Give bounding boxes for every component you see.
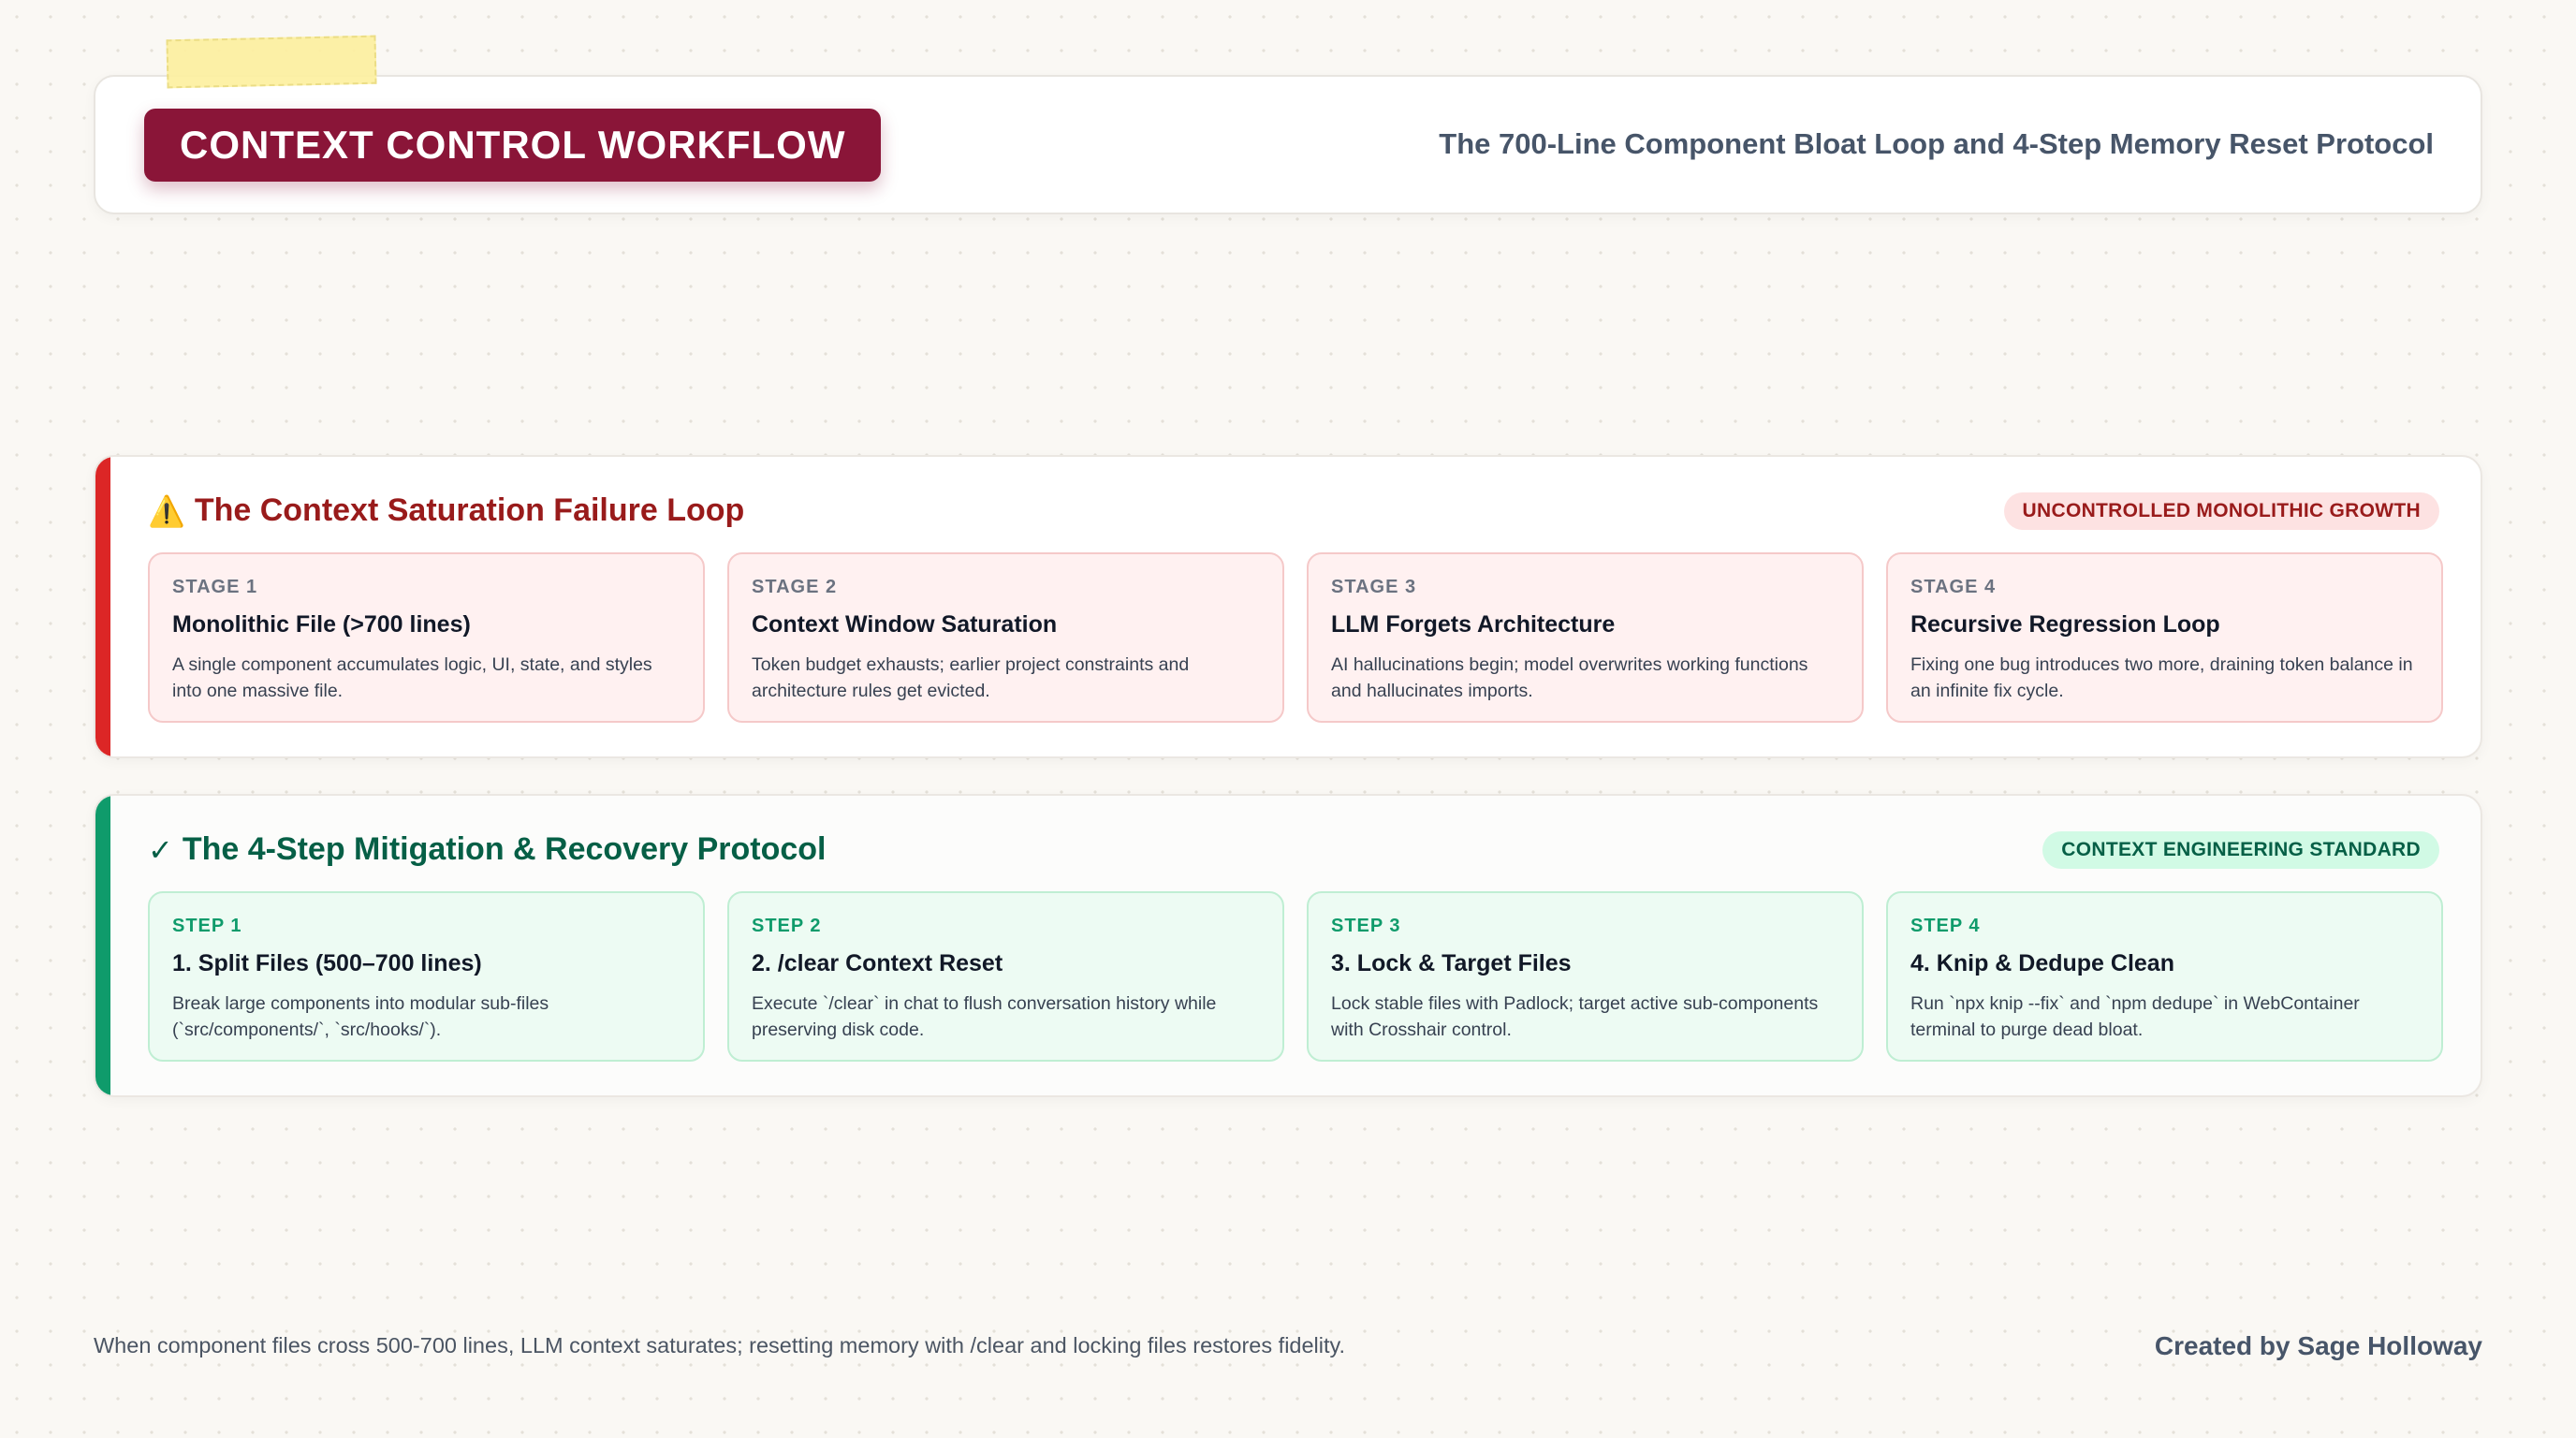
header-card: CONTEXT CONTROL WORKFLOW The 700-Line Co… [94,75,2482,214]
stage-title: Recursive Regression Loop [1910,611,2220,638]
mitigation-protocol-section: ✓ The 4-Step Mitigation & Recovery Proto… [94,794,2482,1097]
stage-title: Monolithic File (>700 lines) [172,611,471,638]
mitigation-step-list: STEP 1 1. Split Files (500–700 lines) Br… [148,891,2443,1062]
stage-label: STAGE 2 [752,577,838,597]
step-label: STEP 4 [1910,916,1981,936]
footer-credit: Created by Sage Holloway [2154,1331,2482,1360]
step-label: STEP 1 [172,916,242,936]
stage-title: LLM Forgets Architecture [1331,611,1616,638]
mitigation-title-text: The 4-Step Mitigation & Recovery Protoco… [182,831,827,867]
stage-label: STAGE 1 [172,577,258,597]
failure-section-title: ⚠️ The Context Saturation Failure Loop [148,492,744,529]
mitigation-accent-bar [95,796,110,1095]
title-badge: CONTEXT CONTROL WORKFLOW [144,109,882,182]
failure-tag-badge: UNCONTROLLED MONOLITHIC GROWTH [2003,492,2439,530]
step-card-2: STEP 2 2. /clear Context Reset Execute `… [727,891,1284,1062]
page-title: CONTEXT CONTROL WORKFLOW [180,123,846,167]
failure-stage-list: STAGE 1 Monolithic File (>700 lines) A s… [148,552,2443,723]
stage-label: STAGE 3 [1331,577,1417,597]
stage-description: Fixing one bug introduces two more, drai… [1910,654,2413,701]
page-subtitle: The 700-Line Component Bloat Loop and 4-… [1439,127,2434,160]
step-title: 1. Split Files (500–700 lines) [172,950,482,976]
stage-card-3: STAGE 3 LLM Forgets Architecture AI hall… [1307,552,1864,723]
warning-icon: ⚠️ [148,493,185,528]
failure-title-text: The Context Saturation Failure Loop [194,492,745,528]
failure-loop-section: ⚠️ The Context Saturation Failure Loop U… [94,455,2482,758]
step-title: 3. Lock & Target Files [1331,950,1572,976]
stage-description: Token budget exhausts; earlier project c… [752,654,1190,701]
stage-description: AI hallucinations begin; model overwrite… [1331,654,1808,701]
step-card-3: STEP 3 3. Lock & Target Files Lock stabl… [1307,891,1864,1062]
footer-note: When component files cross 500-700 lines… [94,1333,1346,1357]
mitigation-section-title: ✓ The 4-Step Mitigation & Recovery Proto… [148,831,826,868]
step-description: Execute `/clear` in chat to flush conver… [752,993,1217,1040]
decorative-tape [166,35,377,89]
checkmark-icon: ✓ [148,832,173,867]
failure-accent-bar [95,457,110,756]
step-card-1: STEP 1 1. Split Files (500–700 lines) Br… [148,891,705,1062]
step-title: 4. Knip & Dedupe Clean [1910,950,2174,976]
step-description: Run `npx knip --fix` and `npm dedupe` in… [1910,993,2360,1040]
stage-label: STAGE 4 [1910,577,1997,597]
step-description: Lock stable files with Padlock; target a… [1331,993,1819,1040]
stage-card-4: STAGE 4 Recursive Regression Loop Fixing… [1886,552,2443,723]
mitigation-tag-badge: CONTEXT ENGINEERING STANDARD [2042,831,2439,869]
step-label: STEP 2 [752,916,822,936]
step-label: STEP 3 [1331,916,1401,936]
stage-card-1: STAGE 1 Monolithic File (>700 lines) A s… [148,552,705,723]
step-description: Break large components into modular sub-… [172,993,549,1040]
stage-description: A single component accumulates logic, UI… [172,654,652,701]
stage-card-2: STAGE 2 Context Window Saturation Token … [727,552,1284,723]
step-card-4: STEP 4 4. Knip & Dedupe Clean Run `npx k… [1886,891,2443,1062]
step-title: 2. /clear Context Reset [752,950,1003,976]
stage-title: Context Window Saturation [752,611,1058,638]
